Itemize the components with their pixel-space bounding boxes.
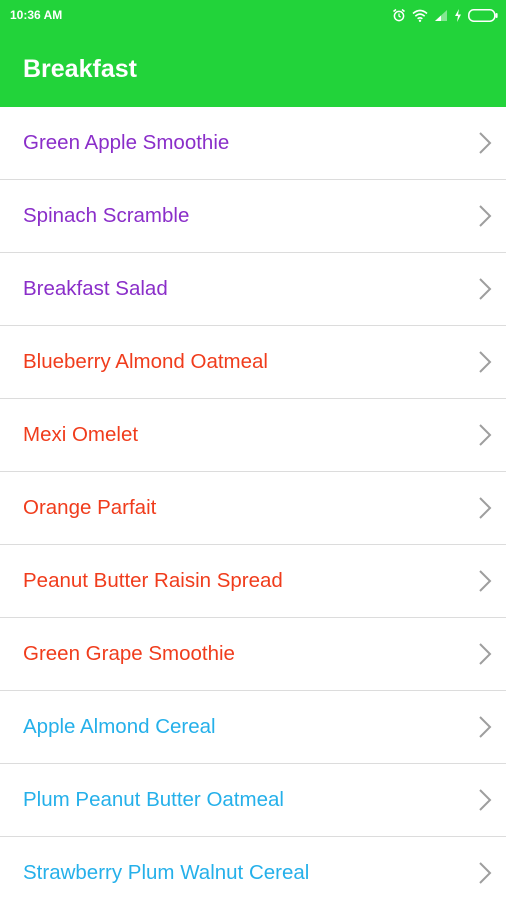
list-item-label: Peanut Butter Raisin Spread [23, 569, 283, 592]
status-time: 10:36 AM [10, 8, 63, 22]
list-item[interactable]: Orange Parfait [0, 472, 506, 545]
status-bar: 10:36 AM [0, 0, 506, 30]
list-item[interactable]: Spinach Scramble [0, 180, 506, 253]
list-item[interactable]: Mexi Omelet [0, 399, 506, 472]
list-item-label: Apple Almond Cereal [23, 715, 216, 738]
chevron-right-icon [478, 131, 492, 155]
list-item[interactable]: Strawberry Plum Walnut Cereal [0, 837, 506, 900]
app-header: 10:36 AM Breakfast [0, 0, 506, 107]
chevron-right-icon [478, 788, 492, 812]
recipe-list: Green Apple Smoothie Spinach Scramble Brea… [0, 107, 506, 900]
charging-icon [454, 8, 462, 22]
chevron-right-icon [478, 204, 492, 228]
list-item[interactable]: Green Grape Smoothie [0, 618, 506, 691]
list-item-label: Mexi Omelet [23, 423, 139, 446]
signal-icon [434, 9, 448, 22]
chevron-right-icon [478, 423, 492, 447]
chevron-right-icon [478, 350, 492, 374]
battery-icon [468, 8, 498, 22]
chevron-right-icon [478, 715, 492, 739]
chevron-right-icon [478, 642, 492, 666]
list-item[interactable]: Apple Almond Cereal [0, 691, 506, 764]
list-item-label: Green Grape Smoothie [23, 642, 235, 665]
screen: 10:36 AM Breakfast Green Apple Smoothie … [0, 0, 506, 900]
list-item-label: Green Apple Smoothie [23, 131, 230, 154]
list-item[interactable]: Peanut Butter Raisin Spread [0, 545, 506, 618]
list-item-label: Plum Peanut Butter Oatmeal [23, 788, 284, 811]
list-item-label: Blueberry Almond Oatmeal [23, 350, 268, 373]
list-item[interactable]: Blueberry Almond Oatmeal [0, 326, 506, 399]
list-item[interactable]: Plum Peanut Butter Oatmeal [0, 764, 506, 837]
status-icons [392, 8, 498, 22]
list-item-label: Spinach Scramble [23, 204, 190, 227]
list-item-label: Breakfast Salad [23, 277, 168, 300]
chevron-right-icon [478, 569, 492, 593]
alarm-icon [392, 8, 406, 22]
list-item[interactable]: Green Apple Smoothie [0, 107, 506, 180]
list-item-label: Strawberry Plum Walnut Cereal [23, 861, 310, 884]
wifi-icon [412, 9, 428, 22]
chevron-right-icon [478, 861, 492, 885]
list-item-label: Orange Parfait [23, 496, 157, 519]
page-title: Breakfast [23, 55, 137, 83]
chevron-right-icon [478, 277, 492, 301]
list-item[interactable]: Breakfast Salad [0, 253, 506, 326]
chevron-right-icon [478, 496, 492, 520]
